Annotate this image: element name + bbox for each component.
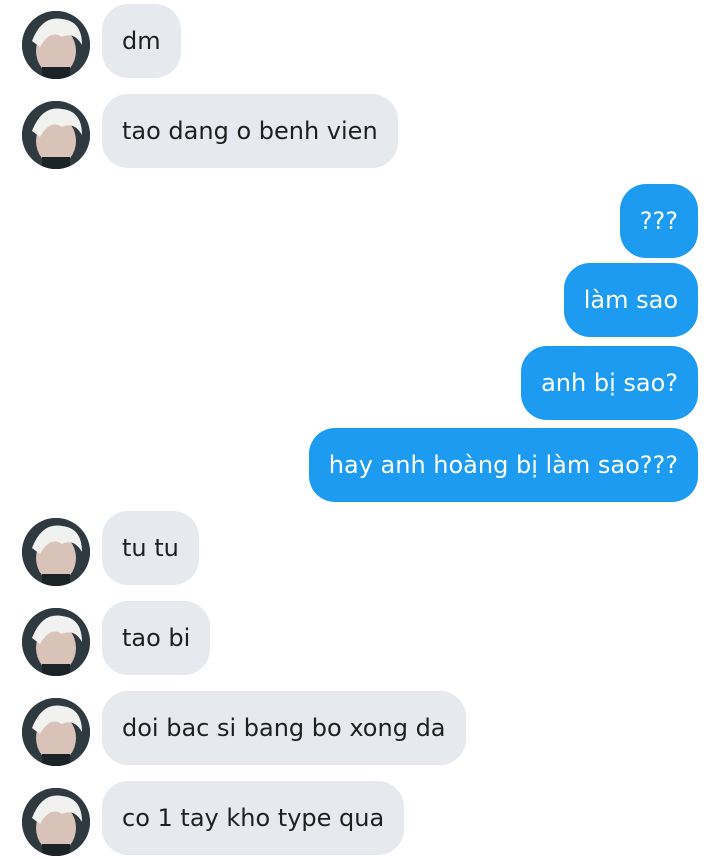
avatar-photo-icon [22, 698, 90, 766]
outgoing-message-bubble[interactable]: hay anh hoàng bị làm sao??? [308, 428, 698, 502]
avatar[interactable] [22, 518, 90, 586]
avatar-photo-icon [22, 608, 90, 676]
avatar[interactable] [22, 11, 90, 79]
incoming-message-bubble[interactable]: tu tu [102, 511, 199, 585]
avatar-photo-icon [22, 11, 90, 79]
message-thread: dm tao dang o benh vien ??? làm sao anh … [0, 0, 720, 859]
avatar-photo-icon [22, 101, 90, 169]
outgoing-message-bubble[interactable]: làm sao [563, 263, 698, 337]
incoming-message-bubble[interactable]: tao dang o benh vien [102, 94, 398, 168]
avatar[interactable] [22, 698, 90, 766]
incoming-message-bubble[interactable]: doi bac si bang bo xong da [102, 691, 466, 765]
avatar[interactable] [22, 101, 90, 169]
avatar-photo-icon [22, 788, 90, 856]
avatar[interactable] [22, 608, 90, 676]
incoming-message-bubble[interactable]: co 1 tay kho type qua [102, 781, 405, 855]
incoming-message-bubble[interactable]: tao bi [102, 601, 211, 675]
avatar[interactable] [22, 788, 90, 856]
incoming-message-bubble[interactable]: dm [102, 4, 181, 78]
avatar-photo-icon [22, 518, 90, 586]
outgoing-message-bubble[interactable]: anh bị sao? [521, 346, 698, 420]
outgoing-message-bubble[interactable]: ??? [619, 184, 698, 258]
